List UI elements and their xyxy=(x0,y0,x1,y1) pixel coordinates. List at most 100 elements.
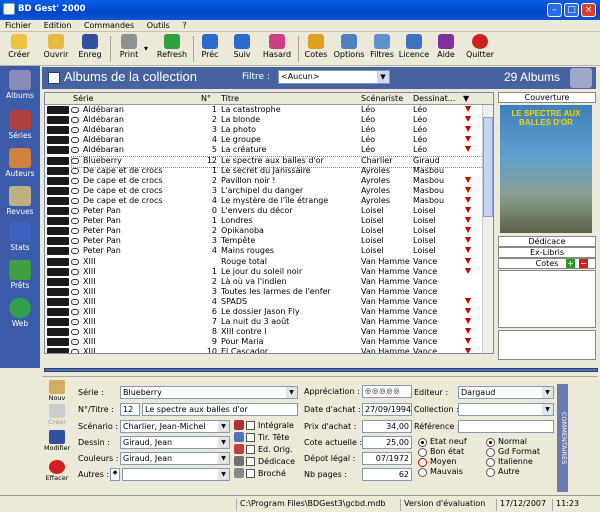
prix-achat-field[interactable]: 34,00 xyxy=(362,420,412,433)
table-row[interactable]: XIII 1 Le jour du soleil noir Van Hamme Vanc… xyxy=(45,267,482,277)
dessin-select[interactable]: Giraud, Jean ▼ xyxy=(120,436,230,449)
table-row[interactable]: Peter Pan 3 Tempête Loisel Loisel xyxy=(45,236,482,246)
toolbar-quitter-button[interactable]: Quitter xyxy=(464,34,496,64)
toolbar-aide-button[interactable]: Aide xyxy=(434,34,458,64)
autres-spin[interactable]: ◆ xyxy=(110,468,120,481)
nb-pages-field[interactable]: 62 xyxy=(362,468,412,481)
table-row[interactable]: De cape et de crocs 3 L'archipel du danger… xyxy=(45,186,482,196)
table-row[interactable]: Peter Pan 0 L'envers du décor Loisel Loisel xyxy=(45,206,482,216)
add-cote-icon[interactable]: + xyxy=(566,259,575,268)
toolbar-suiv-button[interactable]: Suiv xyxy=(230,34,254,64)
titre-field[interactable]: Le spectre aux balles d'or xyxy=(142,403,298,416)
edorig-checkbox[interactable] xyxy=(246,445,255,454)
tab-couverture[interactable]: Couverture xyxy=(498,92,596,103)
effacer-button[interactable]: Effacer xyxy=(44,460,70,482)
table-row[interactable]: XIII 9 Pour Maria Van Hamme Vance xyxy=(45,337,482,347)
toolbar-ouvrir-button[interactable]: Ouvrir xyxy=(40,34,72,64)
menu-help[interactable]: ? xyxy=(177,20,191,30)
column-header-serie[interactable]: Série xyxy=(73,94,93,103)
format-autre-radio[interactable] xyxy=(486,468,495,477)
table-row[interactable]: Peter Pan 4 Mains rouges Loisel Loisel xyxy=(45,246,482,256)
table-row[interactable]: De cape et de crocs 4 Le mystère de l'île … xyxy=(45,196,482,206)
scenario-select[interactable]: Charlier, Jean-Michel ▼ xyxy=(120,420,230,433)
integrale-checkbox[interactable] xyxy=(246,421,255,430)
column-header-titre[interactable]: Titre xyxy=(221,94,239,103)
appreciation-rating[interactable]: ◎◎◎◎◎ xyxy=(362,385,412,398)
menu-commandes[interactable]: Commandes xyxy=(79,20,139,30)
toolbar-cotes-button[interactable]: Cotes xyxy=(302,34,330,64)
table-row[interactable]: XIII Rouge total Van Hamme Vance xyxy=(45,257,482,267)
tab-dedicace[interactable]: Dédicace xyxy=(498,236,596,247)
collection-select[interactable]: ▼ xyxy=(458,403,554,416)
minimize-button[interactable]: – xyxy=(547,3,562,17)
sidebar-item-prets[interactable]: Prêts xyxy=(3,260,37,290)
table-row[interactable]: Blueberry 12 Le spectre aux balles d'or Cha… xyxy=(45,155,484,168)
table-row[interactable]: Peter Pan 1 Londres Loisel Loisel xyxy=(45,216,482,226)
toolbar-hasard-button[interactable]: Hasard xyxy=(262,34,292,64)
table-row[interactable]: XIII 2 Là où va l'indien Van Hamme Vance xyxy=(45,277,482,287)
toolbar-refresh-button[interactable]: Refresh xyxy=(156,34,188,64)
table-row[interactable]: XIII 7 La nuit du 3 août Van Hamme Vance xyxy=(45,317,482,327)
table-row[interactable]: XIII 8 XIII contre I Van Hamme Vance xyxy=(45,327,482,337)
tab-exlibris[interactable]: Ex-Libris xyxy=(498,247,596,258)
table-row[interactable]: Aldébaran 1 La catastrophe Léo Léo xyxy=(45,105,482,115)
maximize-button[interactable]: □ xyxy=(564,3,579,17)
etat-neuf-radio[interactable] xyxy=(418,438,427,447)
modifier-button[interactable]: Modifier xyxy=(44,430,70,452)
notes-box[interactable] xyxy=(498,330,596,360)
scrollbar-thumb[interactable] xyxy=(483,117,493,217)
sidebar-item-revues[interactable]: Revues xyxy=(3,186,37,216)
toolbar-enreg-button[interactable]: Enreg xyxy=(76,34,104,64)
remove-cote-icon[interactable]: − xyxy=(579,259,588,268)
serie-select[interactable]: Blueberry ▼ xyxy=(120,386,298,399)
dedicace-checkbox[interactable] xyxy=(246,457,255,466)
table-row[interactable]: De cape et de crocs 1 Le secret du Janissa… xyxy=(45,166,482,176)
format-gd-radio[interactable] xyxy=(486,448,495,457)
autres-select[interactable]: ▼ xyxy=(122,468,230,481)
sidebar-item-auteurs[interactable]: Auteurs xyxy=(3,148,37,178)
moyen-radio[interactable] xyxy=(418,458,427,467)
broche-checkbox[interactable] xyxy=(246,469,255,478)
cotes-list[interactable] xyxy=(498,270,596,328)
table-row[interactable]: XIII 10 El Cascador Van Hamme Vance xyxy=(45,347,482,353)
sidebar-item-albums[interactable]: Albums xyxy=(3,70,37,100)
editeur-select[interactable]: Dargaud ▼ xyxy=(458,386,554,399)
sidebar-item-stats[interactable]: Stats xyxy=(3,222,37,252)
table-row[interactable]: XIII 6 Le dossier Jason Fly Van Hamme Vance xyxy=(45,307,482,317)
sidebar-item-series[interactable]: Séries xyxy=(3,110,37,140)
app-icon[interactable] xyxy=(3,3,15,15)
toolbar-filtres-button[interactable]: Filtres xyxy=(368,34,396,64)
table-row[interactable]: XIII 4 SPADS Van Hamme Vance xyxy=(45,297,482,307)
menu-fichier[interactable]: Fichier xyxy=(0,20,36,30)
menu-edition[interactable]: Edition xyxy=(39,20,77,30)
toolbar-creer-button[interactable]: Créer xyxy=(4,34,34,64)
column-header-dessinateur[interactable]: Dessinat... xyxy=(413,94,455,103)
select-all-checkbox[interactable] xyxy=(48,72,60,84)
table-row[interactable]: De cape et de crocs 2 Pavillon noir ! Ayrol… xyxy=(45,176,482,186)
format-italienne-radio[interactable] xyxy=(486,458,495,467)
close-button[interactable]: × xyxy=(581,3,596,17)
mauvais-radio[interactable] xyxy=(418,468,427,477)
commentaires-tab[interactable]: COMMENTAIRES xyxy=(557,384,568,492)
creer-button[interactable]: Créer xyxy=(44,404,70,426)
menu-outils[interactable]: Outils xyxy=(142,20,175,30)
table-row[interactable]: Aldébaran 4 Le groupe Léo Léo xyxy=(45,135,482,145)
filter-select[interactable]: <Aucun> ▼ xyxy=(278,70,390,84)
date-achat-field[interactable]: 27/09/1994 xyxy=(362,403,412,416)
num-field[interactable]: 12 xyxy=(120,403,140,416)
reference-field[interactable] xyxy=(458,420,554,433)
toolbar-licence-button[interactable]: Licence xyxy=(398,34,430,64)
cote-actuelle-field[interactable]: 25,00 xyxy=(362,436,412,449)
format-normal-radio[interactable] xyxy=(486,438,495,447)
table-row[interactable]: Peter Pan 2 Opikanoba Loisel Loisel xyxy=(45,226,482,236)
tirtete-checkbox[interactable] xyxy=(246,433,255,442)
toolbar-print-button[interactable]: Print xyxy=(116,34,142,64)
nouv-button[interactable]: Nouv xyxy=(44,380,70,402)
table-row[interactable]: XIII 3 Toutes les larmes de l'enfer Van Ham… xyxy=(45,287,482,297)
couleurs-select[interactable]: Giraud, Jean ▼ xyxy=(120,452,230,465)
table-row[interactable]: Aldébaran 2 La blonde Léo Léo xyxy=(45,115,482,125)
table-row[interactable]: Aldébaran 3 La photo Léo Léo xyxy=(45,125,482,135)
toolbar-options-button[interactable]: Options xyxy=(332,34,366,64)
bon-etat-radio[interactable] xyxy=(418,448,427,457)
depot-legal-field[interactable]: 07/1972 xyxy=(362,452,412,465)
